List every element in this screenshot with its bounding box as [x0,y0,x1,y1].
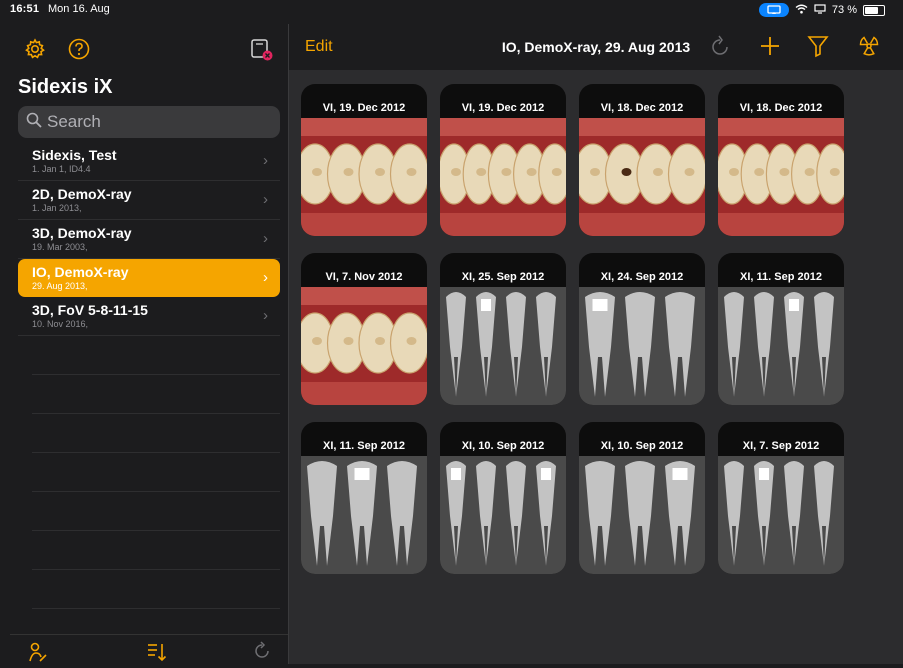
patient-name: Sidexis, Test [32,147,117,163]
image-thumbnail[interactable]: XI, 11. Sep 2012 [718,253,844,405]
image-thumbnail[interactable]: VI, 19. Dec 2012 [301,84,427,236]
main-toolbar: Edit IO, DemoX-ray, 29. Aug 2013 [289,24,903,70]
image-label: VI, 19. Dec 2012 [461,102,545,114]
help-icon[interactable] [68,38,90,65]
screen-mirroring-icon [758,3,789,17]
filter-icon[interactable] [807,34,829,63]
chevron-right-icon: › [263,191,268,208]
patient-row[interactable]: IO, DemoX-ray 29. Aug 2013, › [18,259,280,297]
patient-row[interactable]: 3D, FoV 5-8-11-15 10. Nov 2016, › [18,297,280,336]
device-disconnected-icon[interactable] [250,38,274,67]
image-thumbnail[interactable]: VI, 7. Nov 2012 [301,253,427,405]
patient-list: Sidexis, Test 1. Jan 1, ID4.4 › 2D, DemoX-r… [18,142,280,609]
image-label: VI, 18. Dec 2012 [600,102,684,114]
gear-icon[interactable] [24,38,46,65]
app-screen: 16:51 Mon 16. Aug 73 % Sidexis iX Search… [0,0,903,664]
patient-row[interactable]: 3D, DemoX-ray 19. Mar 2003, › [18,220,280,259]
patient-detail: 1. Jan 1, ID4.4 [32,164,91,174]
refresh-icon[interactable] [252,641,272,666]
wifi-icon [795,4,808,17]
status-date: Mon 16. Aug [48,3,110,15]
main-pane: Edit IO, DemoX-ray, 29. Aug 2013 VI, 19.… [289,24,903,664]
patient-row[interactable]: Sidexis, Test 1. Jan 1, ID4.4 › [18,142,280,181]
search-placeholder: Search [47,112,101,131]
xray-image [440,287,566,405]
battery-level [865,6,879,14]
empty-row [32,570,280,609]
image-label: XI, 11. Sep 2012 [323,440,405,452]
intraoral-photo [301,287,427,405]
patient-name: IO, DemoX-ray [32,264,129,280]
radiation-icon[interactable] [857,34,881,63]
chevron-right-icon: › [263,230,268,247]
image-thumbnail[interactable]: VI, 18. Dec 2012 [579,84,705,236]
intraoral-photo [718,118,844,236]
image-label: XI, 24. Sep 2012 [600,271,684,283]
xray-image [579,456,705,574]
intraoral-photo [440,118,566,236]
xray-image [718,287,844,405]
patient-name: 3D, FoV 5-8-11-15 [32,302,148,318]
patient-detail: 1. Jan 2013, [32,203,82,213]
search-field[interactable]: Search [18,106,280,138]
patient-row[interactable]: 2D, DemoX-ray 1. Jan 2013, › [18,181,280,220]
intraoral-photo [301,118,427,236]
image-label: XI, 25. Sep 2012 [461,271,545,283]
image-label: VI, 19. Dec 2012 [322,102,406,114]
chevron-right-icon: › [263,269,268,286]
image-thumbnail[interactable]: XI, 11. Sep 2012 [301,422,427,574]
app-title: Sidexis iX [18,76,113,98]
status-bar: 16:51 Mon 16. Aug 73 % [0,0,903,24]
status-right: 73 % [758,3,885,17]
chevron-right-icon: › [263,152,268,169]
status-time: 16:51 [10,3,40,15]
image-thumbnail[interactable]: XI, 24. Sep 2012 [579,253,705,405]
image-label: VI, 18. Dec 2012 [739,102,823,114]
image-label: XI, 11. Sep 2012 [740,271,822,283]
xray-image [301,456,427,574]
empty-row [32,414,280,453]
image-label: XI, 10. Sep 2012 [461,440,545,452]
image-thumbnail[interactable]: VI, 18. Dec 2012 [718,84,844,236]
xray-image [579,287,705,405]
empty-row [32,492,280,531]
image-label: XI, 7. Sep 2012 [742,440,820,452]
patient-name: 3D, DemoX-ray [32,225,132,241]
xray-image [718,456,844,574]
image-thumbnail[interactable]: VI, 19. Dec 2012 [440,84,566,236]
patient-detail: 29. Aug 2013, [32,281,88,291]
empty-row [32,453,280,492]
screen-icon [814,3,826,17]
sidebar-toolbar [10,24,288,74]
xray-image [440,456,566,574]
add-icon[interactable] [759,34,781,63]
chevron-right-icon: › [263,307,268,324]
intraoral-photo [579,118,705,236]
empty-row [32,336,280,375]
refresh-icon[interactable] [709,34,731,63]
patient-name: 2D, DemoX-ray [32,186,132,202]
image-thumbnail[interactable]: XI, 10. Sep 2012 [579,422,705,574]
sidebar: Sidexis iX Search Sidexis, Test 1. Jan 1,… [10,24,288,664]
empty-row [32,531,280,570]
empty-row [32,375,280,414]
image-thumbnail[interactable]: XI, 25. Sep 2012 [440,253,566,405]
patient-detail: 19. Mar 2003, [32,242,88,252]
image-thumbnail[interactable]: XI, 10. Sep 2012 [440,422,566,574]
sidebar-bottom-toolbar [10,634,288,665]
search-icon [26,112,42,133]
battery-percent: 73 % [831,4,857,16]
patient-detail: 10. Nov 2016, [32,319,89,329]
image-label: VI, 7. Nov 2012 [325,271,403,283]
image-label: XI, 10. Sep 2012 [600,440,684,452]
image-thumbnail[interactable]: XI, 7. Sep 2012 [718,422,844,574]
battery-icon [863,4,885,16]
